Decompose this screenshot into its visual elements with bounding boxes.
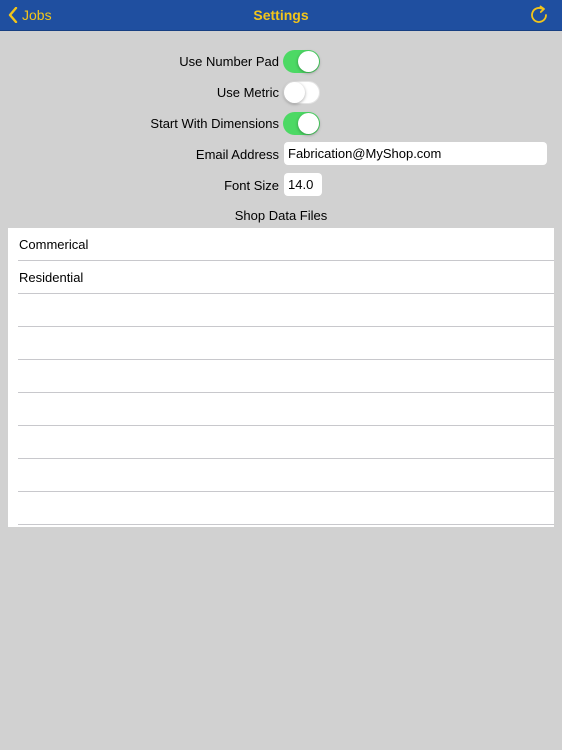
dimensions-label: Start With Dimensions [150, 116, 279, 131]
setting-row-font-size: Font Size 14.0 [0, 173, 562, 199]
toggle-knob [298, 113, 319, 134]
font-size-label: Font Size [224, 178, 279, 193]
toggle-knob [284, 82, 305, 103]
setting-row-dimensions: Start With Dimensions [0, 111, 562, 137]
refresh-button[interactable] [528, 4, 550, 26]
page-title: Settings [253, 7, 309, 23]
shop-data-files-title: Shop Data Files [234, 208, 328, 223]
setting-row-number-pad: Use Number Pad [0, 49, 562, 75]
number-pad-toggle[interactable] [283, 50, 320, 73]
metric-toggle[interactable] [283, 81, 320, 104]
list-item[interactable] [18, 327, 554, 360]
toggle-knob [298, 51, 319, 72]
list-item[interactable] [18, 360, 554, 393]
list-item[interactable]: Commerical [18, 228, 554, 261]
list-item[interactable] [18, 294, 554, 327]
refresh-icon [531, 5, 547, 23]
email-field[interactable]: Fabrication@MyShop.com [284, 142, 547, 165]
setting-row-email: Email Address Fabrication@MyShop.com [0, 142, 562, 168]
navigation-bar: Jobs Settings [0, 0, 562, 31]
list-item[interactable] [18, 459, 554, 492]
email-label: Email Address [195, 147, 279, 162]
font-size-field[interactable]: 14.0 [284, 173, 322, 196]
list-item-label: Residential [19, 270, 84, 285]
metric-label: Use Metric [216, 85, 279, 100]
list-item[interactable]: Residential [18, 261, 554, 294]
dimensions-toggle[interactable] [283, 112, 320, 135]
shop-data-files-list: Commerical Residential [8, 228, 554, 527]
list-item[interactable] [18, 393, 554, 426]
list-item[interactable] [18, 426, 554, 459]
number-pad-label: Use Number Pad [179, 54, 279, 69]
setting-row-metric: Use Metric [0, 80, 562, 106]
list-item-label: Commerical [19, 237, 89, 252]
list-item[interactable] [18, 492, 554, 525]
